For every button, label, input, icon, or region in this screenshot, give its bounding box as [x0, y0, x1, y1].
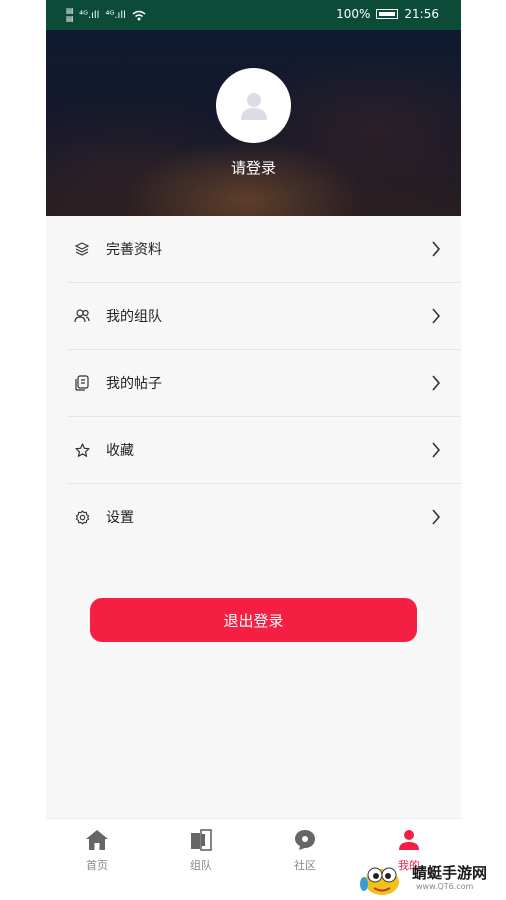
battery-icon: [376, 9, 399, 19]
menu-item-label: 我的帖子: [106, 376, 162, 392]
home-icon: [86, 830, 108, 850]
battery-percent: 100%: [336, 7, 371, 21]
status-right: 100% 21:56: [336, 7, 439, 21]
menu-list: 完善资料 我的组队 我的帖子 收藏 设置: [46, 216, 461, 550]
tab-label: 社区: [294, 859, 316, 872]
team-icon: [191, 829, 212, 851]
clock: 21:56: [404, 7, 439, 21]
chevron-right-icon: [432, 509, 441, 525]
tab-home[interactable]: 首页: [62, 829, 132, 873]
user-placeholder-icon: [240, 92, 267, 120]
avatar[interactable]: [216, 68, 291, 143]
tab-label: 组队: [190, 859, 212, 872]
menu-item-label: 收藏: [106, 443, 134, 459]
chevron-right-icon: [432, 442, 441, 458]
status-bar: ▤ ▤ ⁴ᴳ.ıll ⁴ᴳ.ıll 100% 21:56: [46, 0, 461, 30]
tab-label: 首页: [86, 859, 108, 872]
users-icon: [74, 308, 90, 324]
logout-button[interactable]: 退出登录: [90, 598, 417, 642]
menu-item-posts[interactable]: 我的帖子: [68, 350, 461, 417]
login-prompt[interactable]: 请登录: [46, 157, 461, 178]
chat-icon: [295, 830, 315, 850]
signal-icon-2: ⁴ᴳ.ıll: [105, 9, 126, 21]
menu-item-favorites[interactable]: 收藏: [68, 417, 461, 484]
menu-item-label: 我的组队: [106, 309, 162, 325]
wifi-icon: [132, 10, 146, 20]
menu-item-settings[interactable]: 设置: [68, 484, 461, 550]
site-watermark: 蜻蜓手游网 www.QT6.com: [360, 858, 506, 900]
chevron-right-icon: [432, 308, 441, 324]
dragonfly-mascot-icon: [360, 867, 399, 895]
app-screen: ▤ ▤ ⁴ᴳ.ıll ⁴ᴳ.ıll 100% 21:56 请登录 完善资料 我的…: [46, 0, 461, 900]
document-icon: [74, 375, 90, 391]
sim-icon: ▤ ▤: [66, 6, 74, 23]
status-left: ▤ ▤ ⁴ᴳ.ıll ⁴ᴳ.ıll: [66, 7, 146, 23]
watermark-url: www.QT6.com: [416, 882, 474, 891]
chevron-right-icon: [432, 375, 441, 391]
menu-item-profile[interactable]: 完善资料: [68, 216, 461, 283]
settings-icon: [74, 509, 90, 525]
tab-community[interactable]: 社区: [270, 829, 340, 873]
tab-team[interactable]: 组队: [166, 829, 236, 873]
profile-header: 请登录: [46, 30, 461, 216]
chevron-right-icon: [432, 241, 441, 257]
menu-item-label: 完善资料: [106, 242, 162, 258]
layers-icon: [74, 241, 90, 257]
profile-icon: [399, 830, 419, 850]
star-icon: [74, 442, 90, 458]
signal-icon: ⁴ᴳ.ıll: [79, 9, 100, 21]
menu-item-teams[interactable]: 我的组队: [68, 283, 461, 350]
watermark-name: 蜻蜓手游网: [412, 864, 488, 882]
menu-item-label: 设置: [106, 510, 134, 526]
